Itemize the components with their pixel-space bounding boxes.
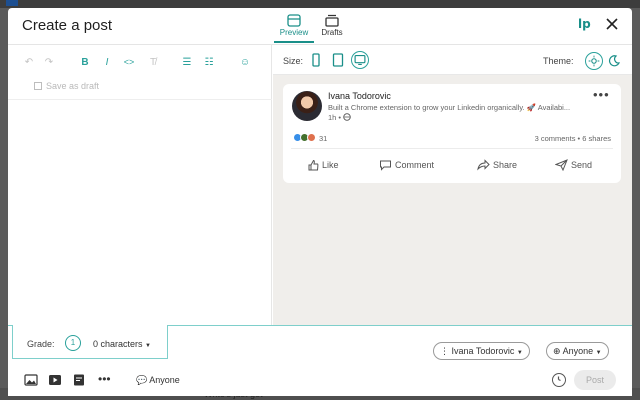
- globe-icon: [343, 113, 351, 121]
- italic-icon[interactable]: I: [100, 57, 114, 68]
- save-as-draft-label: Save as draft: [46, 81, 100, 91]
- share-action[interactable]: Share: [477, 159, 517, 171]
- author-select[interactable]: ⋮ Ivana Todorovic ▼: [433, 342, 530, 360]
- active-tab-indicator: [274, 41, 314, 43]
- post-time-text: 1h •: [328, 113, 342, 122]
- save-as-draft-button[interactable]: Save as draft: [34, 81, 99, 91]
- tab-preview[interactable]: Preview: [274, 14, 314, 37]
- grade-panel: Grade: 1 0 characters ▼: [12, 325, 168, 359]
- post-author-name: Ivana Todorovic: [328, 91, 391, 101]
- bullet-list-icon[interactable]: ☰: [180, 57, 194, 68]
- like-icon: [308, 159, 319, 171]
- background-page-top: [0, 0, 640, 8]
- character-count-dropdown[interactable]: 0 characters ▼: [93, 339, 151, 349]
- author-select-label: Ivana Todorovic: [451, 346, 515, 356]
- globe-icon: ⊕: [553, 346, 561, 356]
- chevron-down-icon: ▼: [516, 350, 523, 356]
- composer-footer: Grade: 1 0 characters ▼ ⋮ Ivana Todorovi…: [8, 325, 632, 396]
- tab-drafts[interactable]: Drafts: [312, 14, 352, 37]
- save-icon: [34, 82, 42, 90]
- comment-action[interactable]: Comment: [379, 159, 434, 171]
- character-count-label: 0 characters: [93, 339, 143, 349]
- clock-hands-icon: [557, 376, 561, 382]
- desktop-size-icon[interactable]: [351, 51, 369, 69]
- post-preview-card: Ivana Todorovic Built a Chrome extension…: [283, 84, 621, 183]
- grade-label: Grade:: [27, 339, 55, 349]
- dark-theme-icon[interactable]: [605, 52, 623, 70]
- visibility-select[interactable]: ⊕ Anyone ▼: [546, 342, 609, 360]
- more-icon[interactable]: •••: [98, 373, 112, 386]
- schedule-clock-icon[interactable]: [552, 373, 566, 387]
- drafts-icon: [325, 14, 339, 27]
- emoji-icon[interactable]: ☺: [238, 57, 252, 68]
- grade-score: 1: [65, 335, 81, 351]
- bold-icon[interactable]: B: [78, 57, 92, 68]
- comment-visibility-button[interactable]: 💬 Anyone: [136, 375, 180, 386]
- create-post-modal: Create a post Preview Drafts lp ↶ ↷ B I …: [8, 8, 632, 396]
- clear-format-icon[interactable]: T̸: [146, 57, 160, 68]
- size-label: Size:: [283, 56, 304, 66]
- comment-icon: [380, 160, 391, 171]
- close-icon[interactable]: [604, 16, 620, 32]
- preview-panel: Size: Theme: Ivana Todorovic Built a Chr…: [273, 45, 632, 325]
- like-label: Like: [322, 160, 339, 170]
- preview-toolbar: Size: Theme:: [273, 45, 632, 75]
- video-icon[interactable]: [48, 374, 62, 386]
- redo-icon[interactable]: ↷: [42, 57, 56, 68]
- share-label: Share: [493, 160, 518, 170]
- reaction-count: 31: [319, 134, 328, 143]
- image-icon[interactable]: [24, 374, 38, 386]
- card-divider: [291, 148, 613, 149]
- brand-logo: lp: [578, 17, 591, 31]
- account-icon: ⋮: [440, 346, 449, 356]
- post-button[interactable]: Post: [574, 370, 616, 390]
- comment-icon: 💬: [136, 375, 148, 385]
- like-action[interactable]: Like: [307, 159, 339, 171]
- background-logo: [6, 0, 18, 6]
- avatar: [292, 91, 322, 121]
- toolbar-divider: [8, 99, 272, 100]
- numbered-list-icon[interactable]: ☷: [202, 57, 216, 68]
- chevron-down-icon: ▼: [145, 343, 151, 349]
- light-theme-icon[interactable]: [585, 52, 603, 70]
- send-action[interactable]: Send: [554, 159, 593, 172]
- share-icon: [477, 159, 490, 171]
- send-icon: [554, 159, 568, 172]
- document-icon[interactable]: [72, 374, 86, 386]
- visibility-select-label: Anyone: [562, 346, 594, 356]
- code-icon[interactable]: <>: [122, 57, 136, 67]
- post-time: 1h •: [328, 113, 351, 122]
- love-reaction-icon: [307, 133, 316, 142]
- mobile-size-icon[interactable]: [307, 51, 325, 69]
- send-label: Send: [571, 160, 593, 170]
- post-stats: 3 comments • 6 shares: [534, 134, 611, 143]
- modal-title: Create a post: [22, 17, 113, 34]
- editor-panel: ↶ ↷ B I <> T̸ ☰ ☷ ☺ Save as draft: [8, 45, 272, 325]
- tab-drafts-label: Drafts: [321, 28, 343, 37]
- chevron-down-icon: ▼: [595, 350, 602, 356]
- comment-visibility-label: Anyone: [149, 375, 180, 385]
- theme-label: Theme:: [543, 56, 574, 66]
- tab-preview-label: Preview: [279, 28, 309, 37]
- comment-label: Comment: [395, 160, 435, 170]
- more-options-icon[interactable]: •••: [593, 87, 610, 102]
- post-author-headline: Built a Chrome extension to grow your Li…: [328, 103, 571, 112]
- undo-icon[interactable]: ↶: [22, 57, 36, 68]
- preview-icon: [287, 14, 301, 27]
- tablet-size-icon[interactable]: [329, 51, 347, 69]
